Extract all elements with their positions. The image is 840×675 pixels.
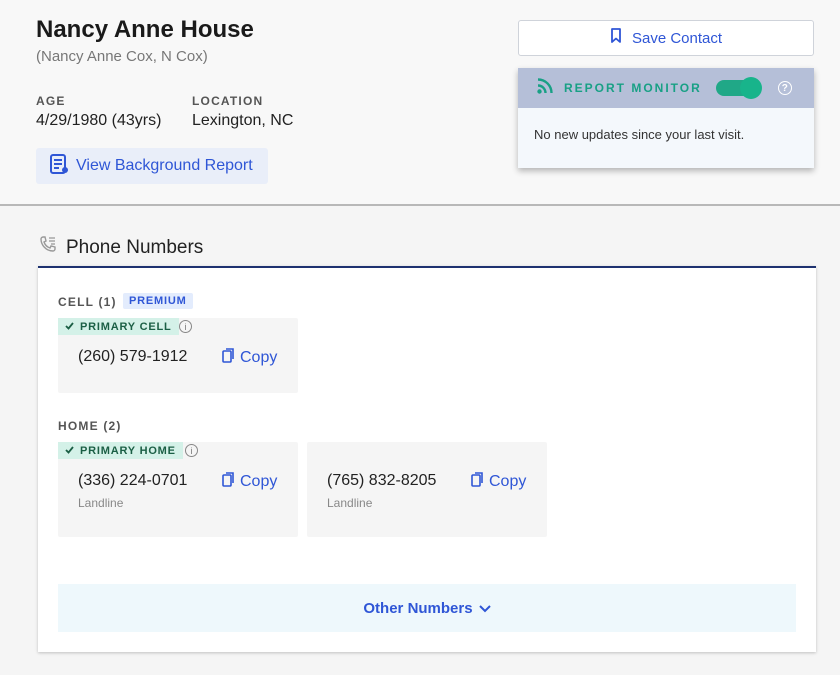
phone-card-home-2: (765) 832-8205 Copy Landline [307,442,547,537]
phone-type: Landline [78,496,124,510]
phone-number: (260) 579-1912 [78,348,188,365]
copy-label: Copy [240,473,278,490]
profile-header: Nancy Anne House (Nancy Anne Cox, N Cox)… [0,0,840,206]
report-monitor-title: REPORT MONITOR [564,81,702,95]
copy-button[interactable]: Copy [471,472,526,492]
other-numbers-label: Other Numbers [363,599,473,617]
phone-numbers-title: Phone Numbers [66,237,204,258]
monitor-message: No new updates since your last visit. [534,127,745,142]
phone-card-cell-1: PRIMARY CELL i (260) 579-1912 Copy [58,318,298,393]
phone-card-home-1: PRIMARY HOME i (336) 224-0701 Copy Landl… [58,442,298,537]
copy-button[interactable]: Copy [222,472,277,492]
premium-badge: PREMIUM [123,293,193,309]
copy-icon [222,348,235,368]
primary-home-label: PRIMARY HOME [80,444,176,457]
phone-number: (336) 224-0701 [78,472,188,489]
cell-group-label: CELL (1) [58,295,117,309]
location-value: Lexington, NC [192,112,294,129]
help-icon[interactable]: ? [777,81,792,95]
info-icon[interactable]: i [179,320,192,333]
report-document-icon [48,153,70,180]
person-aliases: (Nancy Anne Cox, N Cox) [36,48,208,65]
phone-type: Landline [327,496,373,510]
report-monitor-toggle[interactable] [715,77,762,99]
save-contact-label: Save Contact [631,29,723,47]
copy-icon [222,472,235,492]
view-background-report-button[interactable]: View Background Report [36,148,268,184]
phone-number: (765) 832-8205 [327,472,437,489]
location-label: LOCATION [192,94,264,108]
phone-list-icon [38,235,58,261]
age-label: AGE [36,94,66,108]
phone-numbers-card: CELL (1) PREMIUM PRIMARY CELL i (260) 57… [38,266,816,652]
copy-label: Copy [240,349,278,366]
report-monitor-header: REPORT MONITOR ? [518,68,814,108]
checkmark-icon [65,321,74,333]
primary-home-badge: PRIMARY HOME [58,442,183,459]
copy-label: Copy [489,473,527,490]
chevron-down-icon [478,600,491,617]
copy-button[interactable]: Copy [222,348,277,368]
bookmark-icon [610,28,622,48]
primary-cell-badge: PRIMARY CELL [58,318,179,335]
copy-icon [471,472,484,492]
primary-cell-label: PRIMARY CELL [80,320,172,333]
age-value: 4/29/1980 (43yrs) [36,112,162,129]
checkmark-icon [65,445,74,457]
home-group-label: HOME (2) [58,419,122,433]
other-numbers-button[interactable]: Other Numbers [58,584,796,632]
report-monitor-panel: REPORT MONITOR ? No new updates since yo… [518,68,814,168]
person-name: Nancy Anne House [36,16,254,43]
rss-feed-icon [536,77,554,100]
phone-numbers-heading: Phone Numbers [38,235,203,261]
toggle-knob [739,77,762,99]
view-background-report-label: View Background Report [76,157,253,174]
save-contact-button[interactable]: Save Contact [518,20,814,56]
info-icon[interactable]: i [185,444,198,457]
